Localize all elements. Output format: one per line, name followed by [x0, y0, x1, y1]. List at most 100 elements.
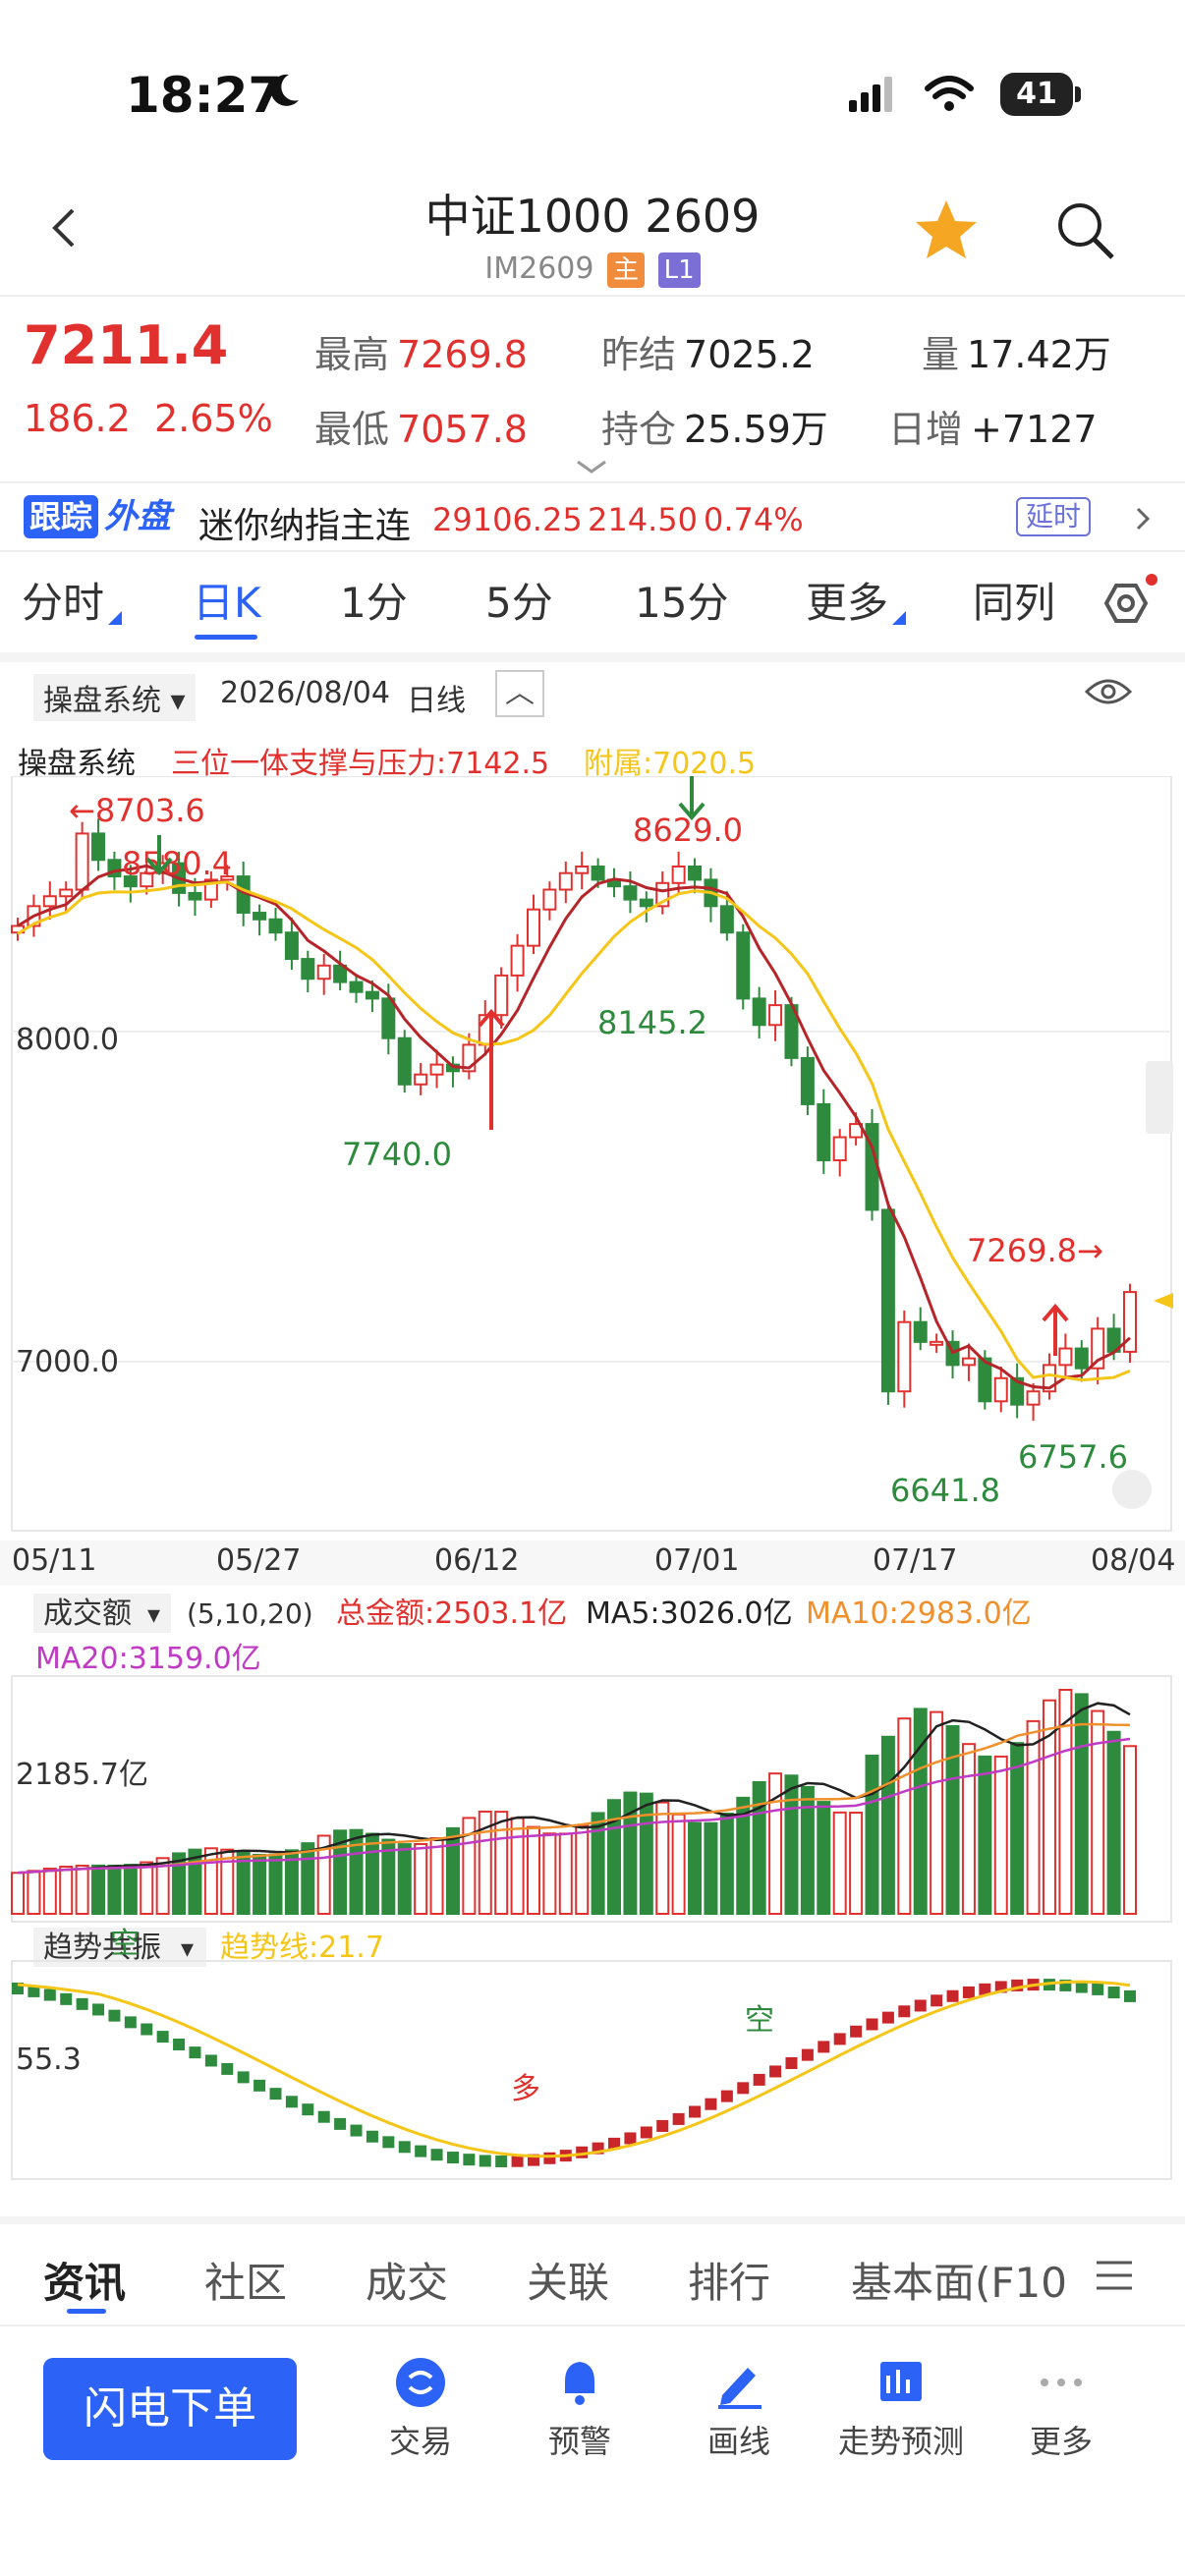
- trend-block: [430, 2149, 443, 2161]
- volume-bar: [671, 1813, 686, 1916]
- candle-body: [381, 997, 396, 1039]
- volume-bar: [140, 1861, 154, 1915]
- trend-block: [720, 2090, 733, 2102]
- tab-ranking[interactable]: 排行: [688, 2250, 770, 2310]
- tab-5min[interactable]: 5分: [485, 570, 553, 630]
- candle-body: [880, 1208, 895, 1393]
- draw-button[interactable]: 画线: [680, 2356, 798, 2462]
- volume-bar: [832, 1811, 847, 1915]
- candle-body: [1074, 1347, 1089, 1370]
- candle-body: [397, 1036, 412, 1086]
- low-label: 最低: [314, 408, 390, 451]
- external-market-row[interactable]: 跟踪 外盘 迷你纳指主连 29106.25 214.50 0.74% 延时: [0, 489, 1185, 548]
- tab-fundamentals[interactable]: 基本面(F10: [851, 2250, 1067, 2310]
- divider: [0, 550, 1185, 552]
- favorite-star-icon[interactable]: [912, 196, 981, 265]
- trend-block: [415, 2145, 427, 2157]
- volume-item: 量 17.42万: [922, 324, 1111, 378]
- x-label-2: 06/12: [434, 1543, 519, 1578]
- active-tab-underline: [195, 635, 257, 640]
- bell-icon: [565, 2362, 594, 2405]
- tab-1min[interactable]: 1分: [340, 570, 408, 630]
- trend-block: [1107, 1987, 1120, 1999]
- divider: [0, 481, 1185, 483]
- expand-chevron-icon[interactable]: [574, 458, 609, 476]
- system-dropdown[interactable]: 操盘系统 ▾: [33, 674, 196, 721]
- trend-block: [463, 2154, 476, 2166]
- tab-news[interactable]: 资讯: [43, 2250, 126, 2310]
- settings-hexagon-icon[interactable]: [1091, 574, 1159, 633]
- collapse-up-icon[interactable]: ︿: [495, 670, 544, 717]
- trend-block: [656, 2119, 669, 2132]
- flash-order-button[interactable]: 闪电下单: [43, 2358, 297, 2460]
- candle-body: [558, 871, 573, 891]
- candle-body: [284, 931, 299, 961]
- volume-bar: [558, 1832, 573, 1915]
- trend-block: [237, 2071, 250, 2084]
- volume-bar: [494, 1811, 509, 1916]
- candle-body: [268, 918, 283, 934]
- trend-block: [43, 1988, 56, 2001]
- candle-body: [817, 1102, 831, 1162]
- track-badge: 跟踪: [24, 495, 99, 538]
- trend-block: [479, 2155, 491, 2167]
- tab-more[interactable]: 更多: [806, 570, 888, 630]
- chart-toolbar: 操盘系统 ▾ 2026/08/04 日线 ︿: [0, 670, 1185, 721]
- tab-community[interactable]: 社区: [204, 2250, 287, 2310]
- trend-block: [962, 1986, 975, 1998]
- volume-bar: [75, 1864, 89, 1916]
- volume-bar: [849, 1812, 864, 1916]
- open-interest-item: 持仓 25.59万: [601, 399, 828, 453]
- annotation-low1: 7740.0: [342, 1136, 452, 1173]
- main-contract-badge: 主: [607, 252, 646, 288]
- wifi-icon: [925, 76, 974, 111]
- low-value: 7057.8: [397, 408, 528, 451]
- side-collapse-handle: [1146, 1061, 1173, 1134]
- volume-bar: [397, 1843, 412, 1916]
- signal-icon: [849, 77, 892, 112]
- more-button[interactable]: 更多: [1002, 2356, 1120, 2462]
- trend-block: [881, 2011, 894, 2024]
- eye-icon[interactable]: [1085, 676, 1132, 707]
- active-tab-underline: [67, 2309, 106, 2314]
- annotation-last-high: 7269.8→: [967, 1232, 1103, 1269]
- candle-body: [832, 1136, 847, 1162]
- kline-chart[interactable]: 8000.0 7000.0 ←8703.6 8580.4 8629.0 7740…: [0, 776, 1185, 2201]
- trend-block: [269, 2088, 282, 2100]
- trend-block: [866, 2018, 878, 2031]
- oi-label: 持仓: [601, 408, 677, 451]
- contract-code-row: IM2609 主 L1: [0, 252, 1185, 288]
- forecast-button[interactable]: 走势预测: [837, 2356, 965, 2462]
- volume-bar: [429, 1837, 444, 1916]
- alert-button[interactable]: 预警: [521, 2356, 639, 2462]
- tab-15min[interactable]: 15分: [635, 570, 728, 630]
- y-label-7000: 7000.0: [16, 1345, 119, 1379]
- trend-block: [254, 2079, 266, 2092]
- tab-same-column[interactable]: 同列: [973, 570, 1055, 630]
- system-dropdown-label: 操盘系统: [43, 684, 161, 718]
- tab-timeshare[interactable]: 分时: [22, 570, 104, 630]
- candle-body: [993, 1376, 1008, 1403]
- more-label: 更多: [1029, 2423, 1093, 2460]
- menu-icon[interactable]: [1095, 2260, 1134, 2291]
- trade-button[interactable]: 交易: [362, 2356, 480, 2462]
- prev-settle-item: 昨结 7025.2: [601, 324, 815, 378]
- annotation-high3: 8629.0: [633, 812, 743, 849]
- prev-value: 7025.2: [684, 333, 815, 376]
- trend-block: [76, 1997, 88, 2010]
- tab-trades[interactable]: 成交: [366, 2250, 448, 2310]
- tab-related[interactable]: 关联: [527, 2250, 609, 2310]
- volume-bar: [203, 1847, 218, 1916]
- search-icon[interactable]: [1053, 198, 1116, 261]
- tab-daily-k[interactable]: 日K: [193, 570, 261, 630]
- high-value: 7269.8: [397, 333, 528, 376]
- daily-value: +7127: [971, 408, 1098, 451]
- candle-body: [800, 1056, 815, 1105]
- trend-block: [366, 2130, 378, 2143]
- candle-body: [349, 980, 364, 993]
- trend-line: [17, 1980, 1131, 2158]
- volume-bar: [1123, 1745, 1137, 1916]
- trend-block: [173, 2038, 186, 2050]
- trend-block: [946, 1989, 959, 2002]
- trend-block: [398, 2141, 411, 2154]
